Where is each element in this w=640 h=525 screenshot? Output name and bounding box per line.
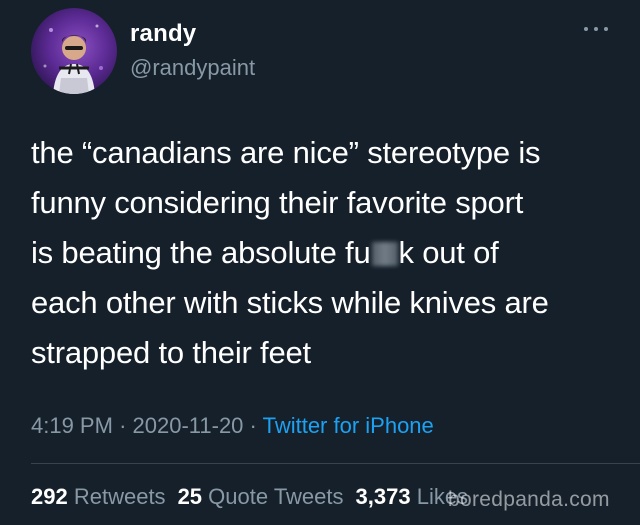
- user-handle[interactable]: @randypaint: [130, 55, 255, 81]
- tweet-card: randy @randypaint the “canadians are nic…: [0, 0, 640, 525]
- user-display-name[interactable]: randy: [130, 20, 196, 48]
- tweet-text-line-3a: is beating the absolute fu: [31, 235, 371, 270]
- tweet-text: the “canadians are nice” stereotype is f…: [31, 128, 621, 378]
- more-dot: [604, 27, 608, 31]
- likes-count: 3,373: [355, 484, 411, 509]
- quote-tweets-stat[interactable]: 25 Quote Tweets: [178, 484, 344, 509]
- user-avatar[interactable]: [31, 8, 117, 94]
- retweets-stat[interactable]: 292 Retweets: [31, 484, 166, 509]
- tweet-text-line-1: the “canadians are nice” stereotype is: [31, 135, 541, 170]
- tweet-time[interactable]: 4:19 PM: [31, 413, 113, 438]
- quote-tweets-count: 25: [177, 484, 203, 509]
- meta-separator: ·: [119, 413, 127, 438]
- quote-tweets-label: Quote Tweets: [208, 484, 344, 509]
- tweet-stats: 292 Retweets 25 Quote Tweets 3,373 Likes: [31, 484, 468, 510]
- tweet-date[interactable]: 2020-11-20: [133, 413, 244, 438]
- tweet-text-line-5: strapped to their feet: [31, 335, 311, 370]
- tweet-text-line-3b: k out of: [398, 235, 499, 270]
- divider: [31, 463, 640, 464]
- tweet-text-line-2: funny considering their favorite sport: [31, 185, 524, 220]
- meta-separator: ·: [249, 413, 257, 438]
- more-options-icon[interactable]: [584, 22, 608, 36]
- tweet-text-line-4: each other with sticks while knives are: [31, 285, 549, 320]
- watermark-text: boredpanda.com: [448, 488, 610, 511]
- tweet-source-link[interactable]: Twitter for iPhone: [263, 413, 434, 438]
- retweets-count: 292: [31, 484, 68, 509]
- censor-blur: [371, 242, 398, 266]
- more-dot: [594, 27, 598, 31]
- tweet-metadata: 4:19 PM · 2020-11-20 · Twitter for iPhon…: [31, 413, 434, 439]
- avatar-image-icon: [43, 24, 103, 94]
- retweets-label: Retweets: [73, 484, 166, 509]
- more-dot: [584, 27, 588, 31]
